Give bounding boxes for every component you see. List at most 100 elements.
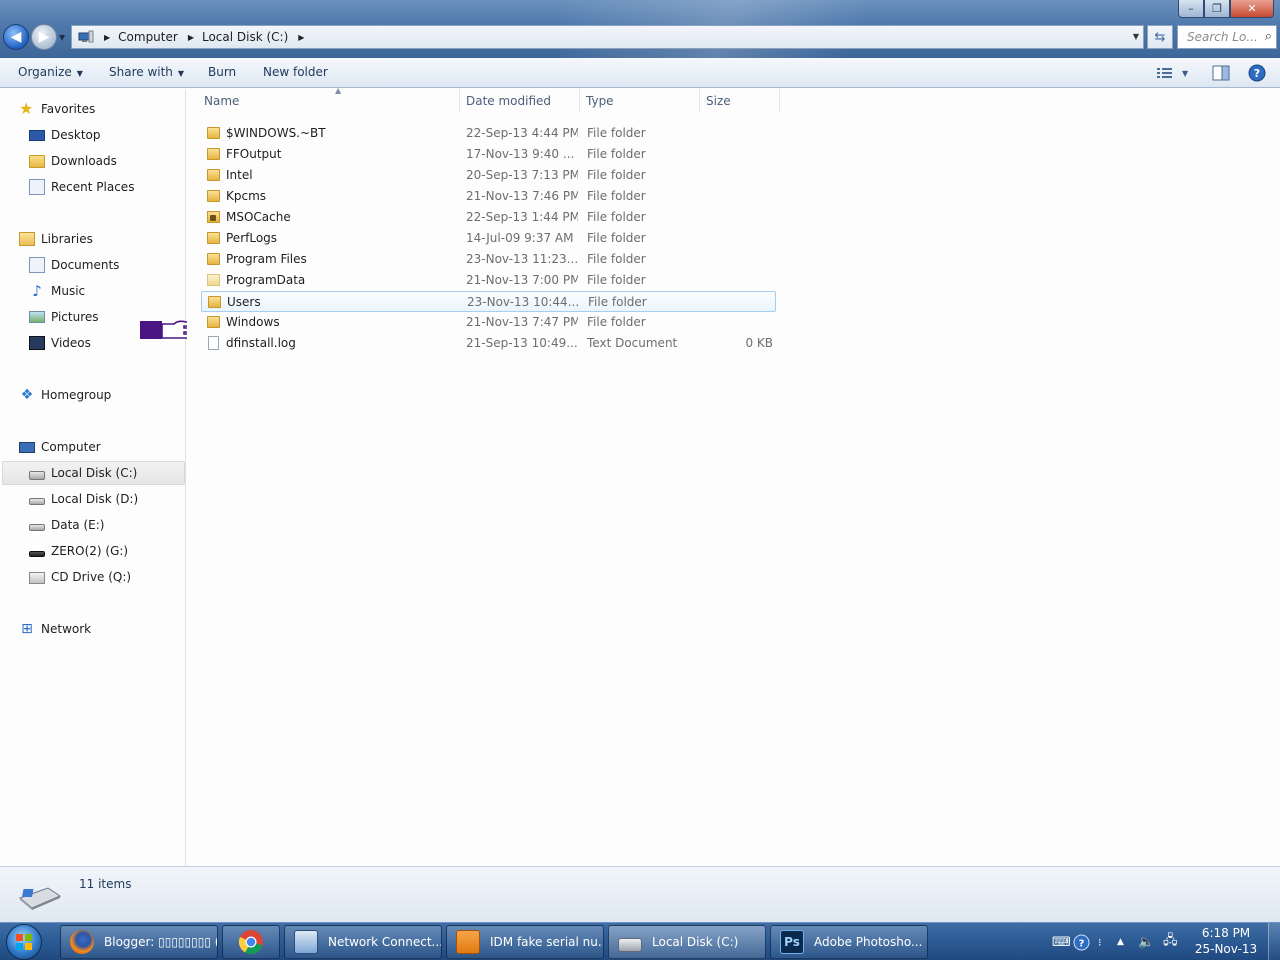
file-row[interactable]: Program Files 23-Nov-13 11:23... File fo… xyxy=(201,249,776,270)
nav-network[interactable]: ⊞ Network xyxy=(19,617,91,641)
search-input[interactable]: Search Lo... ⌕ xyxy=(1177,25,1277,49)
file-type: File folder xyxy=(587,273,646,287)
nav-zero-g[interactable]: ZERO(2) (G:) xyxy=(29,539,128,563)
file-row[interactable]: Intel 20-Sep-13 7:13 PM File folder xyxy=(201,165,776,186)
taskbar-chrome[interactable] xyxy=(222,925,280,959)
volume-icon[interactable]: 🔈 xyxy=(1138,923,1154,960)
nav-videos[interactable]: Videos xyxy=(29,331,91,355)
hard-drive-icon xyxy=(29,524,45,531)
share-with-label: Share with xyxy=(109,65,173,79)
nav-documents[interactable]: Documents xyxy=(29,253,119,277)
refresh-button[interactable]: ⇆ xyxy=(1147,25,1173,49)
documents-icon xyxy=(29,257,45,273)
new-folder-button[interactable]: New folder xyxy=(263,65,328,79)
file-name: Windows xyxy=(226,315,280,329)
column-header-label: Size xyxy=(706,94,731,108)
column-header-label: Type xyxy=(586,94,614,108)
nav-local-disk-c[interactable]: Local Disk (C:) xyxy=(2,461,185,485)
nav-favorites[interactable]: ★ Favorites xyxy=(19,97,95,121)
back-button[interactable]: ◀ xyxy=(3,24,29,50)
help-button[interactable]: ? xyxy=(1248,63,1266,83)
taskbar-network-connections[interactable]: Network Connect... xyxy=(284,925,442,959)
column-header-name[interactable]: Name ▲ xyxy=(198,86,460,113)
address-bar[interactable]: ▶ Computer ▶ Local Disk (C:) ▶ ▼ xyxy=(71,25,1144,49)
search-icon[interactable]: ⌕ xyxy=(1265,29,1272,44)
column-header-type[interactable]: Type xyxy=(580,89,700,113)
file-date: 22-Sep-13 1:44 PM xyxy=(466,210,578,224)
nav-cd-drive-q[interactable]: CD Drive (Q:) xyxy=(29,565,131,589)
nav-label: Local Disk (D:) xyxy=(51,492,139,506)
nav-label: Desktop xyxy=(51,128,101,142)
usb-drive-icon xyxy=(29,551,45,557)
folder-icon xyxy=(207,232,220,244)
file-row[interactable]: Windows 21-Nov-13 7:47 PM File folder xyxy=(201,312,776,333)
preview-pane-icon xyxy=(1212,65,1230,81)
file-date: 17-Nov-13 9:40 ... xyxy=(466,147,575,161)
file-row[interactable]: $WINDOWS.~BT 22-Sep-13 4:44 PM File fold… xyxy=(201,123,776,144)
settings-tray-icon[interactable]: ⁝ xyxy=(1098,923,1102,960)
breadcrumb-computer[interactable]: Computer xyxy=(118,30,178,44)
address-history-dropdown[interactable]: ▼ xyxy=(1133,32,1139,41)
file-row[interactable]: ProgramData 21-Nov-13 7:00 PM File folde… xyxy=(201,270,776,291)
change-view-button[interactable] xyxy=(1156,63,1174,83)
taskbar-idm-pdf[interactable]: IDM fake serial nu... xyxy=(446,925,604,959)
column-header-size[interactable]: Size xyxy=(700,89,780,113)
breadcrumb-local-disk-c[interactable]: Local Disk (C:) xyxy=(202,30,288,44)
nav-desktop[interactable]: Desktop xyxy=(29,123,101,147)
breadcrumb-separator-icon[interactable]: ▶ xyxy=(298,33,304,42)
nav-label: Recent Places xyxy=(51,180,135,194)
forward-button[interactable]: ▶ xyxy=(31,24,57,50)
libraries-icon xyxy=(19,232,35,246)
file-row[interactable]: MSOCache 22-Sep-13 1:44 PM File folder xyxy=(201,207,776,228)
recent-pages-dropdown[interactable]: ▼ xyxy=(59,33,65,42)
start-button[interactable] xyxy=(6,924,42,960)
folder-icon xyxy=(207,316,220,328)
file-row[interactable]: dfinstall.log 21-Sep-13 10:49... Text Do… xyxy=(201,333,776,354)
show-hidden-icons-button[interactable]: ▲ xyxy=(1117,923,1124,960)
chevron-down-icon: ▼ xyxy=(177,69,185,78)
file-row[interactable]: Kpcms 21-Nov-13 7:46 PM File folder xyxy=(201,186,776,207)
burn-button[interactable]: Burn xyxy=(208,65,236,79)
taskbar-explorer[interactable]: Local Disk (C:) xyxy=(608,925,766,959)
folder-icon xyxy=(207,253,220,265)
system-clock[interactable]: 6:18 PM 25-Nov-13 xyxy=(1188,925,1264,957)
nav-data-e[interactable]: Data (E:) xyxy=(29,513,104,537)
nav-libraries[interactable]: Libraries xyxy=(19,227,93,251)
preview-pane-button[interactable] xyxy=(1212,63,1230,83)
breadcrumb-separator-icon[interactable]: ▶ xyxy=(104,33,110,42)
file-row-selected[interactable]: Users 23-Nov-13 10:44... File folder xyxy=(201,291,776,312)
taskbar-photoshop[interactable]: Ps Adobe Photosho... xyxy=(770,925,928,959)
taskbar-firefox[interactable]: Blogger: ▯▯▯▯▯▯▯▯ (▯▯... xyxy=(60,925,218,959)
nav-label: Local Disk (C:) xyxy=(51,466,138,480)
more-views-dropdown[interactable]: ▼ xyxy=(1182,63,1188,83)
nav-computer[interactable]: Computer xyxy=(19,435,101,459)
file-type: File folder xyxy=(587,126,646,140)
nav-pictures[interactable]: Pictures xyxy=(29,305,99,329)
nav-downloads[interactable]: Downloads xyxy=(29,149,117,173)
taskbar-label: Local Disk (C:) xyxy=(652,935,739,949)
network-tray-icon[interactable]: 🖧 xyxy=(1163,923,1178,960)
refresh-icon: ⇆ xyxy=(1154,29,1166,45)
column-header-label: Name xyxy=(204,94,240,108)
column-header-date-modified[interactable]: Date modified xyxy=(460,89,580,113)
nav-local-disk-d[interactable]: Local Disk (D:) xyxy=(29,487,138,511)
keyboard-icon[interactable]: ⌨ xyxy=(1052,923,1071,960)
pictures-icon xyxy=(29,311,45,323)
show-desktop-button[interactable] xyxy=(1268,923,1280,960)
windows-logo-icon xyxy=(16,934,32,950)
nav-music[interactable]: ♪ Music xyxy=(29,279,85,303)
file-row[interactable]: FFOutput 17-Nov-13 9:40 ... File folder xyxy=(201,144,776,165)
maximize-button[interactable]: ❐ xyxy=(1204,0,1230,18)
nav-label: Computer xyxy=(41,440,101,454)
nav-recent-places[interactable]: Recent Places xyxy=(29,175,134,199)
breadcrumb-separator-icon[interactable]: ▶ xyxy=(188,33,194,42)
taskbar-label: Adobe Photosho... xyxy=(814,935,923,949)
organize-button[interactable]: Organize ▼ xyxy=(18,65,83,79)
help-tray-icon[interactable]: ? xyxy=(1073,923,1090,960)
file-row[interactable]: PerfLogs 14-Jul-09 9:37 AM File folder xyxy=(201,228,776,249)
share-with-button[interactable]: Share with ▼ xyxy=(109,65,184,79)
close-button[interactable]: ✕ xyxy=(1230,0,1274,18)
nav-label: ZERO(2) (G:) xyxy=(51,544,129,558)
minimize-button[interactable]: – xyxy=(1178,0,1204,18)
nav-homegroup[interactable]: ❖ Homegroup xyxy=(19,383,112,407)
